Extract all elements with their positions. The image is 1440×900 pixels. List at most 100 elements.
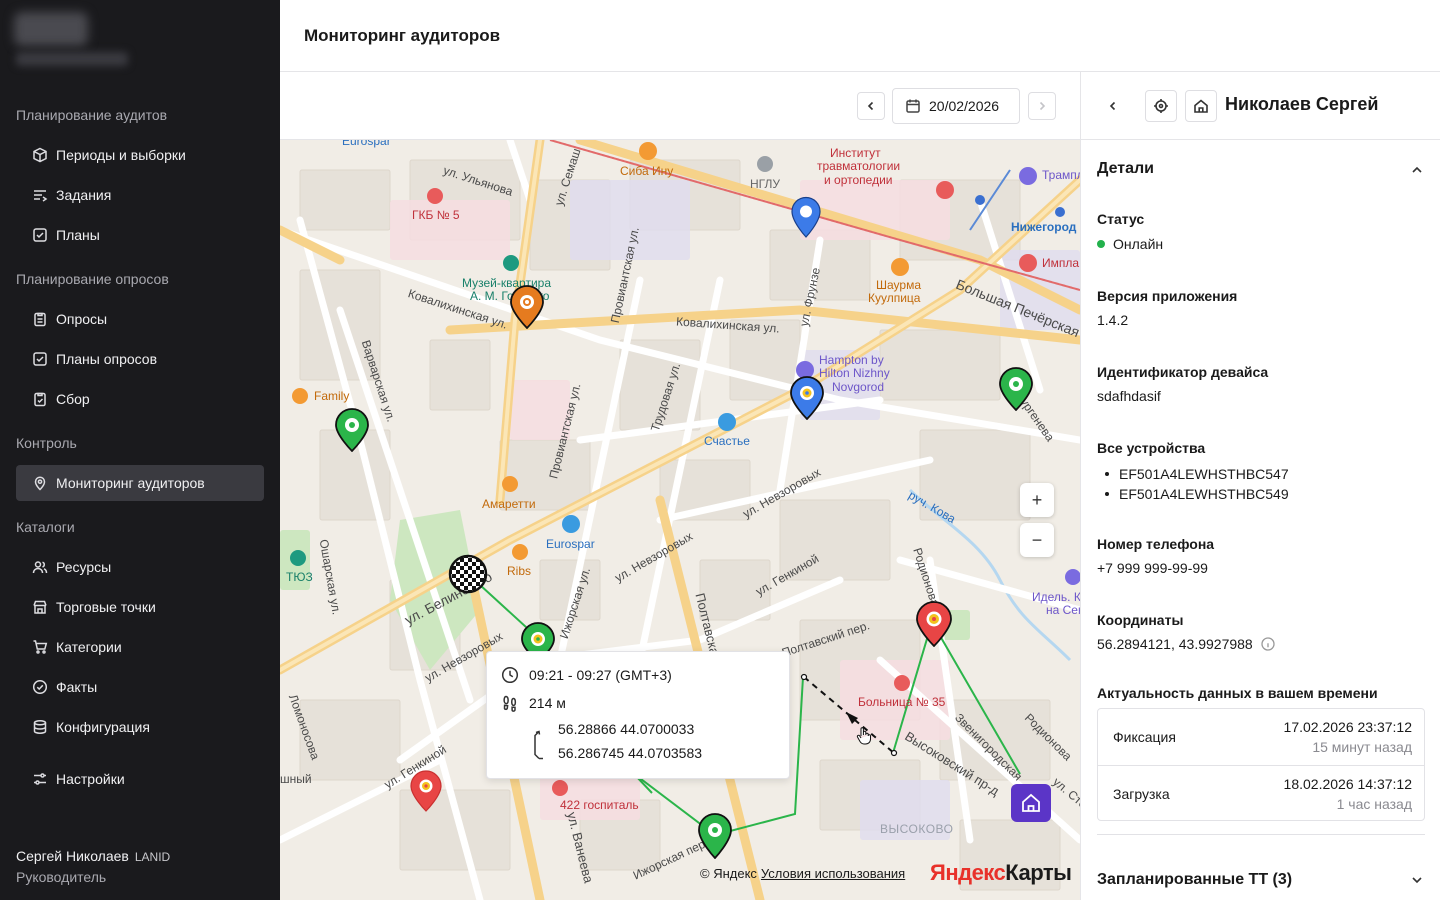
- user-role: Руководитель: [16, 869, 107, 885]
- sliders-icon: [32, 771, 48, 787]
- chevron-left-icon: [867, 101, 874, 111]
- map-label: Hampton by: [819, 353, 884, 367]
- auditor-details-panel: Николаев Сергей Детали Статус Онлайн Вер…: [1080, 72, 1440, 900]
- nav-item-periods[interactable]: Периоды и выборки: [16, 137, 264, 173]
- map-label: ВЫСОКОВО: [880, 822, 954, 836]
- nav-item-stores[interactable]: Торговые точки: [16, 589, 264, 625]
- tooltip-coord-end: 56.286745 44.0703583: [558, 745, 703, 761]
- table-row: Загрузка 18.02.2026 14:37:12 1 час назад: [1098, 765, 1424, 821]
- home-marker[interactable]: [1011, 784, 1051, 822]
- map-label: Eurospar: [342, 140, 391, 148]
- freshness-row-time: 17.02.2026 23:37:12: [1283, 719, 1412, 735]
- map-marker-orange[interactable]: [509, 285, 545, 329]
- terms-link[interactable]: Условия использования: [761, 866, 905, 881]
- nav-item-label: Опросы: [56, 311, 108, 327]
- map-marker-red-yellow[interactable]: [915, 601, 953, 647]
- chevron-down-icon: [1412, 877, 1422, 884]
- map-label: Hilton Nizhny: [819, 366, 890, 380]
- map-label: Куулпица: [868, 291, 921, 305]
- planned-stores-title[interactable]: Запланированные ТТ (3): [1097, 871, 1292, 889]
- page-title: Мониторинг аудиторов: [304, 25, 501, 45]
- map-label: Импла: [1042, 256, 1080, 270]
- map-label: Счастье: [704, 434, 750, 448]
- map-marker-green[interactable]: [998, 367, 1034, 411]
- show-home-button[interactable]: [1185, 90, 1217, 122]
- next-date-button[interactable]: [1028, 92, 1056, 120]
- center-on-auditor-button[interactable]: [1145, 90, 1177, 122]
- map-marker-green[interactable]: [334, 408, 370, 452]
- route-bracket-icon: [534, 730, 543, 760]
- nav-item-label: Сбор: [56, 391, 90, 407]
- footsteps-icon: [503, 695, 517, 712]
- nav-item-survey-plans[interactable]: Планы опросов: [16, 341, 264, 377]
- map-label: Институт: [830, 146, 881, 160]
- coords-value: 56.2894121, 43.9927988: [1097, 636, 1275, 652]
- map-marker-green[interactable]: [697, 813, 733, 859]
- nav-item-label: Ресурсы: [56, 559, 112, 575]
- store-icon: [32, 599, 48, 615]
- nav-item-plans[interactable]: Планы: [16, 217, 264, 253]
- divider: [1097, 834, 1425, 835]
- nav-item-configuration[interactable]: Конфигурация: [16, 709, 264, 745]
- clock-icon: [501, 666, 519, 684]
- map-label: Нижегород: [1011, 220, 1077, 234]
- info-icon[interactable]: [1261, 637, 1275, 651]
- map-label: шный: [280, 772, 312, 786]
- route-segment-tooltip: 09:21 - 09:27 (GMT+3) 214 м 56.28866 44.…: [486, 651, 790, 779]
- nav-item-facts[interactable]: Факты: [16, 669, 264, 705]
- details-collapse-toggle[interactable]: [1409, 162, 1425, 178]
- map-label: на Сен: [1046, 603, 1080, 617]
- zoom-in-button[interactable]: +: [1020, 483, 1054, 517]
- nav-item-collection[interactable]: Сбор: [16, 381, 264, 417]
- freshness-row-label: Загрузка: [1113, 786, 1170, 802]
- users-icon: [32, 559, 48, 575]
- map-marker-blue-yellow[interactable]: [789, 376, 825, 420]
- zoom-out-button[interactable]: −: [1020, 523, 1054, 557]
- database-icon: [32, 719, 48, 735]
- coords-label: Координаты: [1097, 612, 1184, 628]
- nav-item-label: Планы опросов: [56, 351, 158, 367]
- map-label: Eurospar: [546, 537, 595, 551]
- nav-item-label: Настройки: [56, 771, 125, 787]
- panel-back-button[interactable]: [1099, 92, 1127, 120]
- map-marker-blue[interactable]: [790, 196, 822, 238]
- nav-item-tasks[interactable]: Задания: [16, 177, 264, 213]
- section-title-catalogs: Каталоги: [16, 519, 75, 535]
- device-id-value: sdafhdasif: [1097, 388, 1161, 404]
- nav-item-label: Конфигурация: [56, 719, 150, 735]
- map-toolbar: 20/02/2026: [280, 72, 1080, 140]
- nav-item-categories[interactable]: Категории: [16, 629, 264, 665]
- calendar-icon: [906, 99, 920, 113]
- nav-item-label: Факты: [56, 679, 98, 695]
- freshness-row-time: 18.02.2026 14:37:12: [1283, 776, 1412, 792]
- cube-icon: [32, 147, 48, 163]
- devices-list: EF501A4LEWHSTHBC547 EF501A4LEWHSTHBC549: [1105, 464, 1289, 504]
- hand-cursor-icon: [856, 727, 871, 745]
- device-id-label: Идентификатор девайса: [1097, 364, 1269, 380]
- prev-date-button[interactable]: [857, 92, 885, 120]
- nav-item-surveys[interactable]: Опросы: [16, 301, 264, 337]
- home-icon: [1022, 793, 1040, 812]
- user-name: Сергей Николаев LANID: [16, 848, 171, 864]
- map[interactable]: Eurospar ул. Ульянова ГКБ № 5 ул. Семаш …: [280, 140, 1080, 900]
- planned-stores-expand-toggle[interactable]: [1409, 872, 1425, 888]
- location-pin-icon: [32, 475, 48, 491]
- phone-label: Номер телефона: [1097, 536, 1215, 552]
- map-label: НГЛУ: [750, 177, 780, 191]
- nav-item-resources[interactable]: Ресурсы: [16, 549, 264, 585]
- chevron-left-icon: [1109, 101, 1116, 111]
- map-attribution: © Яндекс Условия использования: [700, 866, 906, 881]
- cart-icon: [32, 639, 48, 655]
- clipboard-icon: [32, 311, 48, 327]
- list-arrow-icon: [32, 187, 48, 203]
- nav-item-auditor-monitoring[interactable]: Мониторинг аудиторов: [16, 465, 264, 501]
- chevron-right-icon: [1039, 101, 1046, 111]
- nav-item-settings[interactable]: Настройки: [16, 761, 264, 797]
- route-finish-marker[interactable]: [448, 554, 488, 594]
- map-label: Идель. К: [1032, 590, 1080, 604]
- date-picker[interactable]: 20/02/2026: [892, 88, 1020, 124]
- status-label: Статус: [1097, 211, 1145, 227]
- freshness-row-ago: 1 час назад: [1336, 796, 1412, 812]
- nav-item-label: Мониторинг аудиторов: [56, 475, 205, 491]
- map-marker-red[interactable]: [409, 770, 443, 812]
